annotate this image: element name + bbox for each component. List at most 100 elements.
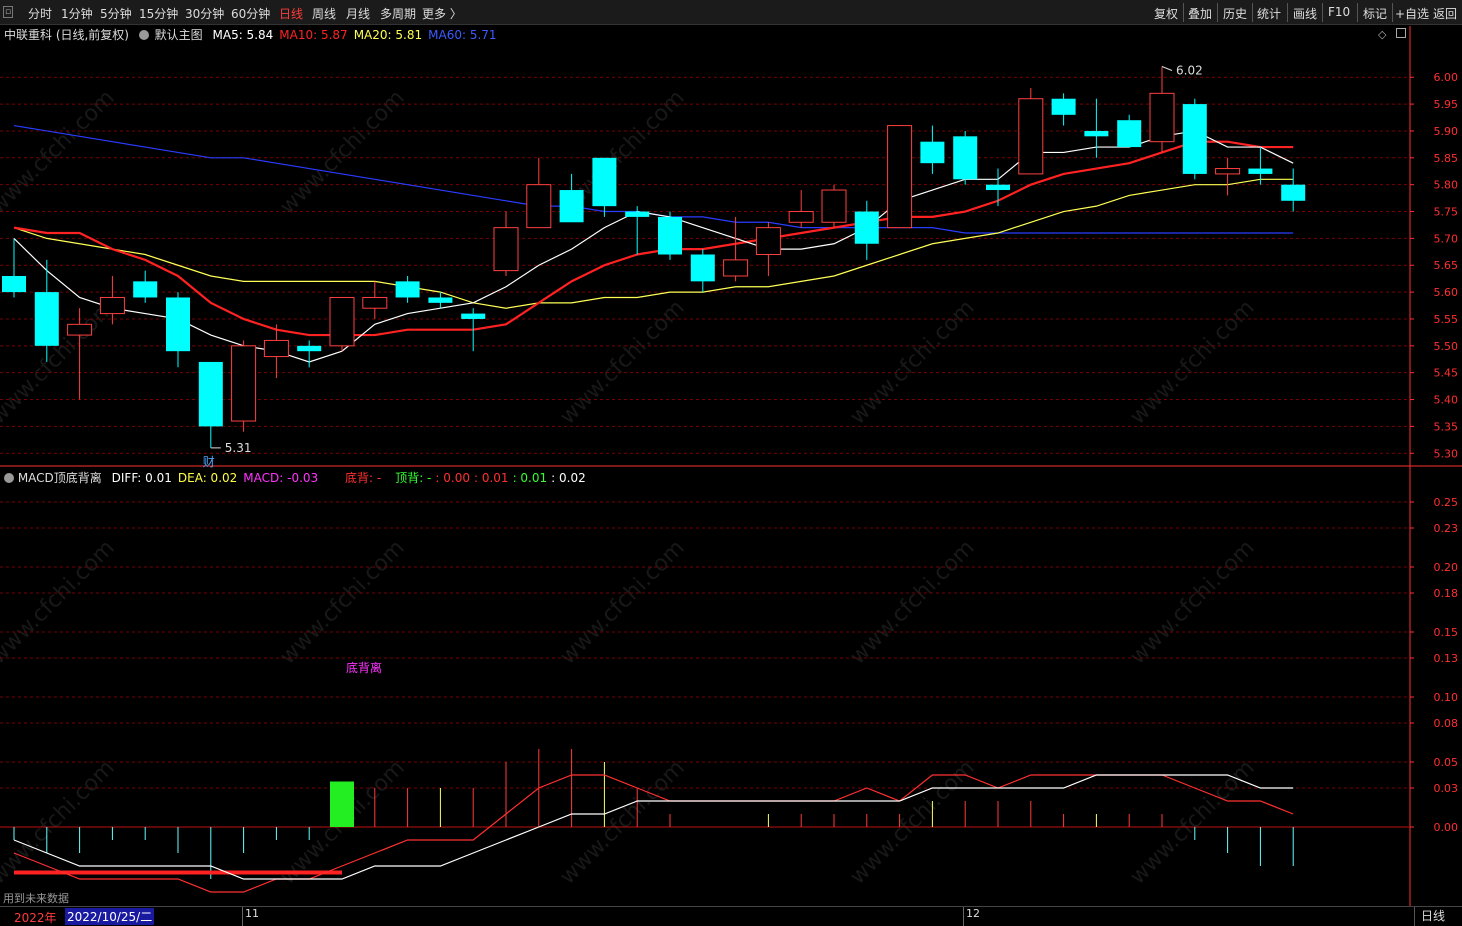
cursor-date: 2022/10/25/二	[65, 908, 155, 925]
price-tick-label: 5.75	[1434, 206, 1459, 219]
macd-signal-2: : 0.00	[435, 471, 470, 485]
macd-signal-1: 顶背: -	[395, 471, 432, 485]
candle-body-up	[526, 184, 552, 229]
price-tick-label: 5.55	[1434, 313, 1459, 326]
low-price-label: 5.31	[225, 441, 252, 455]
bottom-divergence-annotation: 底背离	[346, 661, 383, 675]
macd-signal-values: 底背: - 顶背: -: 0.00: 0.01: 0.01: 0.02	[345, 469, 586, 486]
period-indicator[interactable]: 日线	[1414, 907, 1445, 926]
candle-body-up	[1215, 168, 1241, 175]
macd-signal-5: : 0.02	[551, 471, 586, 485]
month-label-nov: 11	[242, 907, 259, 926]
candle-body-down	[658, 216, 682, 255]
macd-tick-label: 0.03	[1434, 782, 1459, 795]
divergence-highlight-bar	[330, 781, 354, 827]
ma-value-label-1: MA10: 5.87	[279, 28, 348, 42]
candle-body-down	[920, 141, 945, 164]
candle-body-down	[1248, 168, 1273, 174]
high-marker-line	[1161, 66, 1173, 71]
macd-signal-3: : 0.01	[473, 471, 509, 485]
candle-body-down	[1117, 120, 1142, 148]
month-label-dec: 12	[963, 907, 980, 926]
price-tick-label: 5.50	[1434, 340, 1459, 353]
candle-body-up	[1149, 92, 1175, 143]
candle-body-down	[428, 297, 453, 303]
stock-chart[interactable]: 5.30 5.35 5.40 5.45 5.50 5.55 5.60 5.65 5.70 5.75…	[0, 0, 1462, 926]
price-tick-label: 5.80	[1434, 179, 1459, 192]
ma-value-label-0: MA5: 5.84	[212, 28, 274, 42]
macd-tick-label: 0.18	[1434, 587, 1459, 600]
macd-signal-4: : 0.01	[512, 471, 548, 485]
ma-value-label-2: MA20: 5.81	[353, 28, 423, 42]
price-tick-label: 5.95	[1434, 98, 1459, 111]
event-marker-label: 财	[203, 455, 215, 469]
price-tick-label: 5.85	[1434, 152, 1459, 165]
price-tick-label: 5.65	[1434, 259, 1459, 272]
candle-body-up	[99, 296, 125, 315]
year-label: 2022年	[14, 911, 57, 925]
candle-body-up	[329, 296, 355, 347]
candle-body-down	[166, 297, 190, 352]
macd-title-row: MACD顶底背离 DIFF: 0.01 DEA: 0.02 MACD: -0.03	[4, 469, 318, 486]
candle-body-down	[1182, 104, 1207, 174]
candle-body-up	[821, 189, 847, 223]
ma20-line	[13, 178, 1294, 309]
macd-tick-label: 0.08	[1434, 717, 1459, 730]
template-label[interactable]: 默认主图	[155, 28, 203, 42]
diamond-icon[interactable]: ◇	[1378, 28, 1386, 41]
date-axis: 2022年 2022/10/25/二 11 12 日线	[0, 906, 1462, 926]
candle-body-down	[461, 313, 486, 319]
macd-tick-label: 0.13	[1434, 652, 1459, 665]
stock-title: 中联重科 (日线,前复权)	[4, 28, 129, 42]
candle-body-down	[2, 275, 26, 293]
macd-tick-label: 0.25	[1434, 496, 1459, 509]
macd-tick-label: 0.00	[1434, 821, 1459, 834]
candle-body-down	[953, 136, 978, 180]
price-tick-label: 5.40	[1434, 394, 1459, 407]
macd-value-label-0: DIFF: 0.01	[111, 471, 172, 485]
macd-title[interactable]: MACD顶底背离	[18, 471, 102, 485]
window-square-icon[interactable]	[1396, 28, 1406, 38]
macd-signal-0: 底背: -	[345, 471, 382, 485]
price-tick-label: 5.90	[1434, 125, 1459, 138]
future-data-note: 用到未来数据	[3, 892, 69, 905]
candle-body-up	[263, 339, 289, 358]
ma-value-label-3: MA60: 5.71	[428, 28, 497, 42]
price-tick-label: 5.35	[1434, 420, 1459, 433]
candle-body-down	[1281, 184, 1306, 201]
candle-body-down	[1051, 98, 1076, 115]
price-tick-label: 5.60	[1434, 286, 1459, 299]
candle-body-down	[34, 292, 59, 346]
price-tick-label: 5.45	[1434, 367, 1459, 380]
candle-body-down	[592, 157, 617, 207]
candle-body-up	[67, 323, 93, 336]
candle-body-up	[231, 345, 257, 422]
candle-body-down	[854, 211, 879, 244]
macd-value-label-2: MACD: -0.03	[243, 471, 319, 485]
macd-tick-label: 0.20	[1434, 561, 1459, 574]
price-tick-label: 6.00	[1434, 71, 1459, 84]
candle-body-up	[1018, 98, 1044, 175]
price-tick-label: 5.70	[1434, 232, 1459, 245]
candle-body-up	[723, 259, 749, 277]
candle-body-down	[625, 211, 650, 217]
macd-value-label-1: DEA: 0.02	[177, 471, 238, 485]
price-title-row: 中联重科 (日线,前复权) 默认主图 MA5: 5.84 MA10: 5.87 MA…	[4, 26, 497, 43]
candle-body-down	[198, 361, 223, 427]
macd-tick-label: 0.05	[1434, 756, 1459, 769]
macd-dot-icon[interactable]	[4, 473, 14, 483]
candle-body-down	[395, 281, 420, 298]
price-tick-label: 5.30	[1434, 447, 1459, 460]
candle-body-down	[1084, 130, 1109, 137]
candle-body-down	[297, 345, 322, 352]
macd-tick-label: 0.15	[1434, 626, 1459, 639]
candle-body-down	[133, 281, 158, 298]
high-price-label: 6.02	[1176, 63, 1203, 77]
candle-body-up	[755, 227, 781, 255]
candle-body-up	[788, 211, 814, 223]
macd-tick-label: 0.23	[1434, 522, 1459, 535]
candle-body-up	[887, 125, 913, 229]
template-dot-icon[interactable]	[138, 30, 149, 40]
candle-body-down	[986, 184, 1010, 191]
candle-body-up	[362, 296, 388, 309]
